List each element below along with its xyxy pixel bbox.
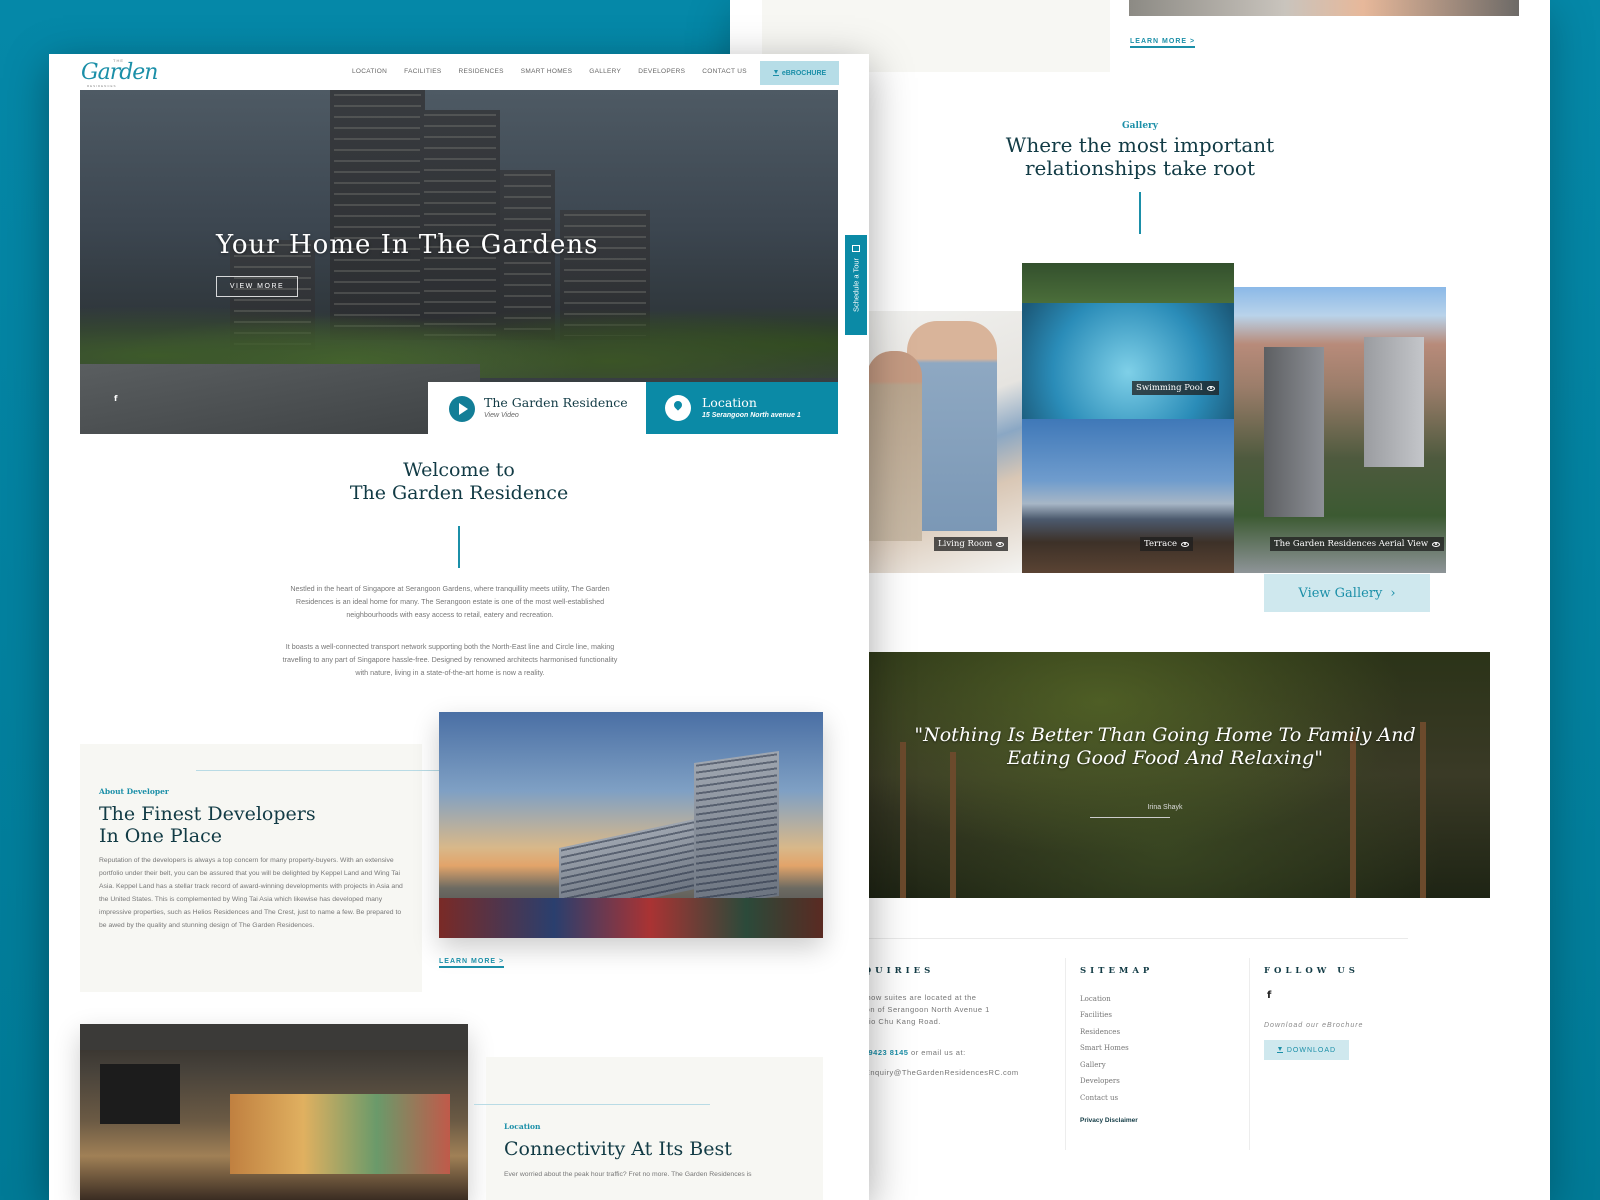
- learn-more-link[interactable]: LEARN MORE >: [1130, 38, 1196, 48]
- nav-gallery[interactable]: GALLERY: [589, 68, 621, 75]
- top-image-fragment: [1129, 0, 1519, 16]
- photo-building: [694, 751, 779, 908]
- sitemap-link-gallery[interactable]: Gallery: [1080, 1061, 1106, 1069]
- follow-us-title: FOLLOW US: [1264, 966, 1359, 976]
- phone-link[interactable]: +9423 8145: [864, 1048, 909, 1057]
- quote-text: "Nothing Is Better Than Going Home To Fa…: [914, 724, 1416, 769]
- gallery-caption: The Garden Residences Aerial View: [1270, 537, 1445, 551]
- enquiries-call: all +9423 8145 or email us at:: [852, 1048, 966, 1057]
- download-icon: [1276, 1047, 1283, 1053]
- privacy-disclaimer-link[interactable]: Privacy Disclaimer: [1080, 1117, 1138, 1124]
- sitemap-link-contact[interactable]: Contact us: [1080, 1094, 1118, 1102]
- gallery-item-living-room[interactable]: Living Room: [852, 311, 1022, 573]
- hero-banner: Your Home In The Gardens VIEW MORE f The…: [80, 90, 838, 434]
- gallery-item-terrace[interactable]: Terrace: [1022, 419, 1234, 573]
- main-nav: LOCATION FACILITIES RESIDENCES SMART HOM…: [352, 68, 747, 75]
- welcome-paragraph-2: It boasts a well-connected transport net…: [282, 642, 618, 677]
- nav-contact-us[interactable]: CONTACT US: [702, 68, 747, 75]
- download-ebrochure-text: Download our eBrochure: [1264, 1022, 1364, 1029]
- calendar-icon: [852, 245, 860, 252]
- footer-divider: [840, 938, 1408, 939]
- gallery-caption: Living Room: [934, 537, 1009, 551]
- sitemap-link-location[interactable]: Location: [1080, 995, 1111, 1003]
- facebook-icon[interactable]: f: [1267, 990, 1271, 1001]
- chevron-right-icon: ›: [1390, 585, 1396, 601]
- photo-person: [867, 351, 922, 541]
- location-image: [80, 1024, 468, 1200]
- divider-line: [458, 526, 460, 568]
- download-button[interactable]: DOWNLOAD: [1264, 1040, 1349, 1060]
- download-icon: [772, 70, 779, 76]
- gallery-caption: Swimming Pool: [1132, 381, 1219, 395]
- quote-banner: "Nothing Is Better Than Going Home To Fa…: [840, 652, 1490, 898]
- eye-icon: [1432, 541, 1441, 547]
- sitemap-link-facilities[interactable]: Facilities: [1080, 1011, 1112, 1019]
- photo-trees: [80, 268, 838, 378]
- nav-location[interactable]: LOCATION: [352, 68, 387, 75]
- hero-title: Your Home In The Gardens: [216, 230, 599, 260]
- email-link[interactable]: Enquiry@TheGardenResidencesRC.com: [865, 1068, 1019, 1077]
- photo-chalkboard: [100, 1064, 180, 1124]
- developer-title: The Finest Developers In One Place: [99, 803, 316, 847]
- enquiries-address: ur show suites are located at the nction…: [852, 993, 990, 1026]
- play-icon: [449, 396, 475, 422]
- location-body: Ever worried about the peak hour traffic…: [504, 1171, 752, 1178]
- gallery-caption: Terrace: [1140, 537, 1194, 551]
- logo[interactable]: THE Garden RESIDENCES: [81, 58, 158, 88]
- photo-tower: [1264, 347, 1324, 517]
- divider-line: [1139, 192, 1141, 234]
- gallery-item-aerial-view[interactable]: The Garden Residences Aerial View: [1234, 287, 1446, 573]
- map-pin-icon: [665, 395, 691, 421]
- photo-tower: [1364, 337, 1424, 467]
- schedule-tour-tab[interactable]: Schedule a Tour: [845, 235, 867, 335]
- photo-rooftops: [439, 898, 823, 938]
- photo-pillar: [950, 752, 956, 898]
- accent-line: [474, 1104, 710, 1105]
- welcome-paragraph-1: Nestled in the heart of Singapore at Ser…: [290, 584, 610, 619]
- nav-smart-homes[interactable]: SMART HOMES: [521, 68, 572, 75]
- sitemap-link-developers[interactable]: Developers: [1080, 1077, 1120, 1085]
- footer-separator: [1065, 958, 1066, 1150]
- sitemap-title: SITEMAP: [1080, 966, 1154, 976]
- developer-eyebrow: About Developer: [99, 787, 169, 796]
- location-eyebrow: Location: [504, 1122, 541, 1131]
- nav-residences[interactable]: RESIDENCES: [458, 68, 503, 75]
- location-title: Connectivity At Its Best: [504, 1138, 732, 1160]
- view-more-button[interactable]: VIEW MORE: [216, 276, 298, 297]
- eye-icon: [1206, 385, 1215, 391]
- photo-greenery: [1022, 263, 1234, 303]
- sitemap-link-smart-homes[interactable]: Smart Homes: [1080, 1044, 1129, 1052]
- view-video-card[interactable]: The Garden Residence View Video: [428, 382, 646, 434]
- photo-ceiling: [80, 1024, 468, 1050]
- developer-image: [439, 712, 823, 938]
- eye-icon: [1181, 541, 1190, 547]
- view-gallery-button[interactable]: View Gallery ›: [1264, 574, 1430, 612]
- welcome-title: Welcome to The Garden Residence: [349, 459, 569, 504]
- developer-body: Reputation of the developers is always a…: [99, 857, 403, 929]
- home-page-preview: THE Garden RESIDENCES LOCATION FACILITIE…: [49, 54, 869, 1200]
- quote-author: Irina Shayk: [1147, 804, 1183, 811]
- sitemap-link-residences[interactable]: Residences: [1080, 1028, 1120, 1036]
- facebook-icon[interactable]: f: [114, 394, 117, 403]
- nav-developers[interactable]: DEVELOPERS: [638, 68, 685, 75]
- enquiries-email: ▕ Enquiry@TheGardenResidencesRC.com: [850, 1067, 1019, 1079]
- gallery-item-swimming-pool[interactable]: Swimming Pool: [1022, 263, 1234, 419]
- accent-line: [196, 770, 441, 771]
- quote-underline: [1090, 817, 1170, 818]
- eye-icon: [996, 541, 1005, 547]
- photo-road: [80, 364, 480, 434]
- location-card[interactable]: Location 15 Serangoon North avenue 1: [646, 382, 838, 434]
- nav-facilities[interactable]: FACILITIES: [404, 68, 441, 75]
- photo-shelves: [230, 1094, 450, 1174]
- footer-separator: [1249, 958, 1250, 1150]
- learn-more-link[interactable]: LEARN MORE >: [439, 958, 505, 968]
- ebrochure-button[interactable]: eBROCHURE: [760, 61, 839, 85]
